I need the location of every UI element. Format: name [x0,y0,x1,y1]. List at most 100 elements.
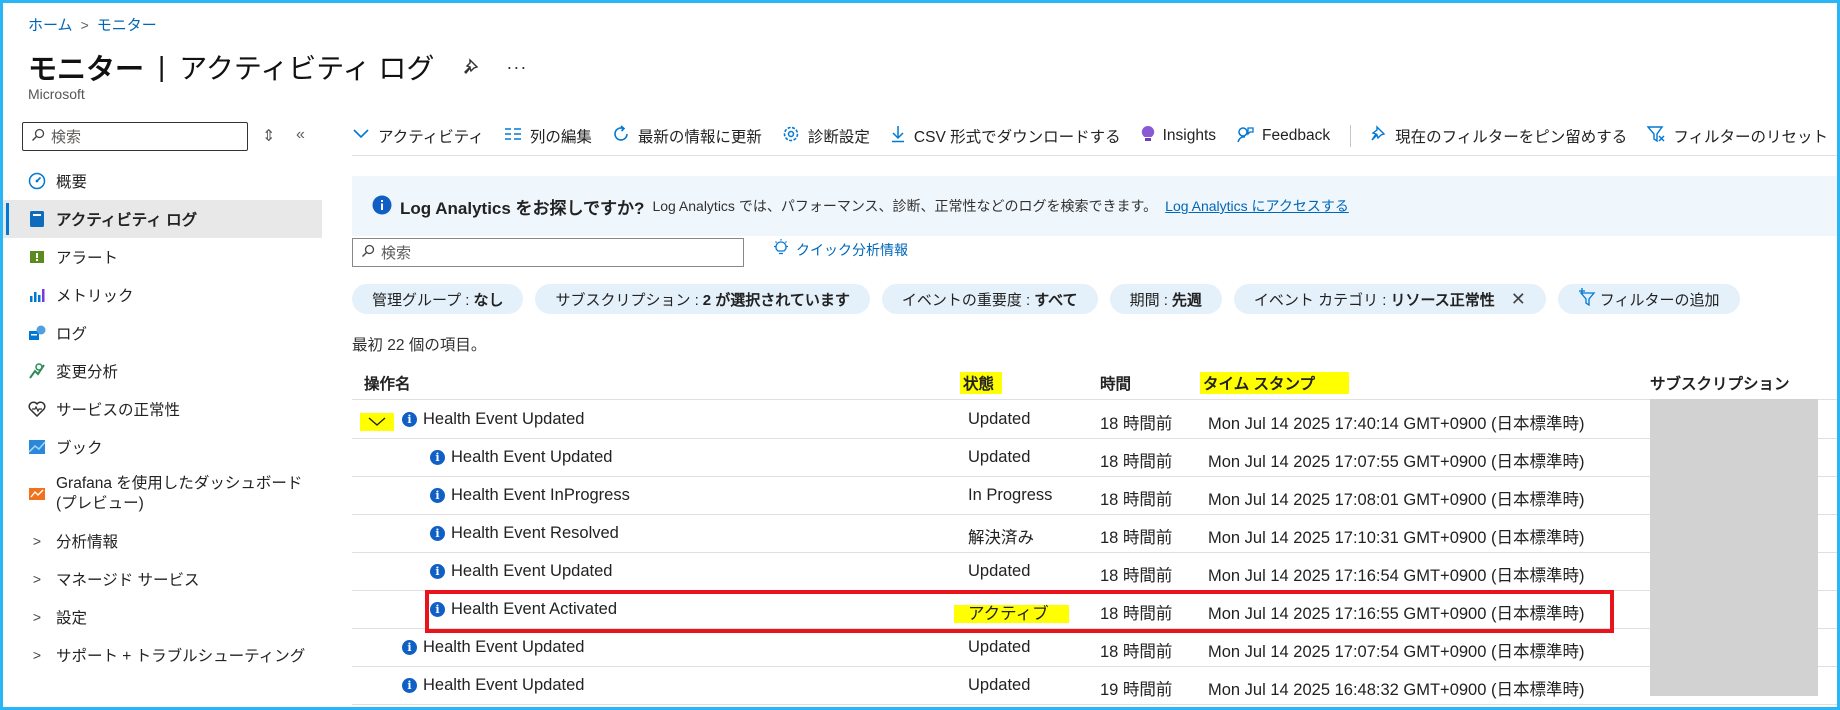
result-count: 最初 22 個の項目。 [352,337,487,354]
page-header: モニター | アクティビティ ログ ··· [28,46,527,88]
sidebar-item-overview[interactable]: 概要 [0,162,322,200]
filter-key: サブスクリプション : [555,291,699,309]
timestamp-cell: Mon Jul 14 2025 17:10:31 GMT+0900 (日本標準時… [1208,529,1585,547]
chevron-right-icon: > [32,609,42,625]
collapse-sidebar-icon[interactable]: « [296,126,305,144]
filter-pill-event-category[interactable]: イベント カテゴリ : リソース正常性 ✕ [1233,284,1546,314]
pin-icon[interactable] [462,57,482,77]
sidebar-item-insights[interactable]: > 分析情報 [0,522,322,560]
diagnostic-settings-button[interactable]: 診断設定 [782,125,870,148]
column-header-operation[interactable]: 操作名 [364,372,411,394]
status-cell: In Progress [968,486,1053,504]
add-filter-label: フィルターの追加 [1599,291,1720,309]
filter-value: 先週 [1171,291,1202,309]
reset-filters-label: フィルターのリセット [1673,129,1829,146]
time-cell: 18 時間前 [1100,453,1173,471]
info-icon: i [430,564,445,579]
refresh-button[interactable]: 最新の情報に更新 [612,124,762,148]
insights-button[interactable]: Insights [1141,125,1216,148]
breadcrumb: ホーム > モニター [28,14,157,35]
search-icon [361,244,375,262]
info-icon: i [430,526,445,541]
filter-value: リソース正常性 [1390,291,1495,309]
operation-cell: i Health Event Updated [402,410,584,429]
chevron-down-icon[interactable] [360,413,394,431]
alert-icon [28,248,46,266]
breadcrumb-monitor[interactable]: モニター [97,14,157,35]
sidebar-item-service-health[interactable]: サービスの正常性 [0,390,322,428]
download-csv-button[interactable]: CSV 形式でダウンロードする [890,125,1121,148]
reset-filters-button[interactable]: フィルターのリセット [1646,125,1829,148]
sidebar-item-grafana[interactable]: Grafana を使用したダッシュボード (プレビュー) [0,466,322,522]
operation-name[interactable]: Health Event InProgress [451,486,630,505]
filter-key: イベント カテゴリ : [1253,291,1387,309]
sidebar-item-label: サポート + トラブルシューティング [56,648,306,665]
toolbar-divider [1350,125,1352,147]
sidebar-item-label: サービスの正常性 [56,402,181,419]
operation-name[interactable]: Health Event Updated [423,676,584,695]
sort-icon[interactable]: ⇕ [262,126,275,146]
filter-pill-subscription[interactable]: サブスクリプション : 2 が選択されています [535,284,870,314]
info-icon: i [430,488,445,503]
table-row[interactable]: i Health Event Resolved 解決済み 18 時間前 Mon J… [352,515,1840,553]
sidebar-search-input[interactable]: 検索 [22,122,248,151]
sidebar-item-label: アクティビティ ログ [56,212,198,229]
column-header-status[interactable]: 状態 [960,372,1003,394]
insights-label: Insights [1162,127,1217,144]
sidebar-item-logs[interactable]: ログ [0,314,322,352]
title-separator: | [158,51,166,82]
edit-columns-button[interactable]: 列の編集 [504,125,592,147]
sidebar-item-metrics[interactable]: メトリック [0,276,322,314]
close-icon[interactable]: ✕ [1511,289,1526,310]
grafana-icon [28,485,46,503]
sidebar-item-settings[interactable]: > 設定 [0,598,322,636]
column-header-subscription[interactable]: サブスクリプション [1650,372,1790,394]
time-cell: 18 時間前 [1100,529,1173,547]
filter-value: なし [473,291,504,309]
operation-name[interactable]: Health Event Updated [423,410,584,429]
sidebar-item-change-analysis[interactable]: 変更分析 [0,352,322,390]
sidebar-item-managed-services[interactable]: > マネージド サービス [0,560,322,598]
log-analytics-link[interactable]: Log Analytics にアクセスする [1165,196,1349,216]
feedback-button[interactable]: Feedback [1236,125,1330,148]
filter-pill-severity[interactable]: イベントの重要度 : すべて [881,284,1098,314]
sidebar-item-label: 変更分析 [56,364,119,381]
table-row[interactable]: i Health Event Updated Updated 18 時間前 Mon… [352,629,1840,667]
operation-name[interactable]: Health Event Updated [423,638,584,657]
annotation-red-box [425,590,1614,633]
sidebar-item-alerts[interactable]: アラート [0,238,322,276]
sidebar-item-workbooks[interactable]: ブック [0,428,322,466]
info-icon [372,195,392,218]
breadcrumb-home[interactable]: ホーム [28,14,73,35]
status-cell: Updated [968,638,1031,656]
sidebar-item-support[interactable]: > サポート + トラブルシューティング [0,636,322,674]
filter-pill-timespan[interactable]: 期間 : 先週 [1109,284,1222,314]
table-row[interactable]: i Health Event Updated Updated 19 時間前 Mon… [352,667,1840,705]
more-options-icon[interactable]: ··· [506,57,527,78]
pin-filters-button[interactable]: 現在のフィルターをピン留めする [1369,124,1627,148]
search-input[interactable]: 検索 [352,238,744,267]
page-subtitle: アクティビティ ログ [179,53,435,84]
activity-button[interactable]: アクティビティ [352,125,484,147]
operation-name[interactable]: Health Event Resolved [451,524,619,543]
operation-cell: i Health Event InProgress [430,486,630,505]
chevron-right-icon: > [32,533,42,549]
operation-name[interactable]: Health Event Updated [451,562,612,581]
table-row[interactable]: i Health Event Updated Updated 18 時間前 Mon… [352,439,1840,477]
quick-insights-link[interactable]: クイック分析情報 [772,239,908,260]
sidebar-item-label: 概要 [56,174,88,191]
sidebar-item-label: ブック [56,440,103,457]
filter-pill-management-group[interactable]: 管理グループ : なし [352,284,524,314]
table-row[interactable]: i Health Event Updated Updated 18 時間前 Mon… [352,401,1840,439]
download-icon [890,125,906,148]
add-filter-button[interactable]: フィルターの追加 [1557,284,1740,314]
column-header-time[interactable]: 時間 [1100,372,1131,394]
column-header-timestamp[interactable]: タイム スタンプ [1200,372,1350,394]
table-row[interactable]: i Health Event Updated Updated 18 時間前 Mon… [352,553,1840,591]
time-cell: 18 時間前 [1100,643,1173,661]
operation-name[interactable]: Health Event Updated [451,448,612,467]
table-row[interactable]: i Health Event InProgress In Progress 18 … [352,477,1840,515]
sidebar-item-activity-log[interactable]: アクティビティ ログ [0,200,322,238]
gauge-icon [28,172,46,190]
quick-insights-label: クイック分析情報 [796,241,908,258]
